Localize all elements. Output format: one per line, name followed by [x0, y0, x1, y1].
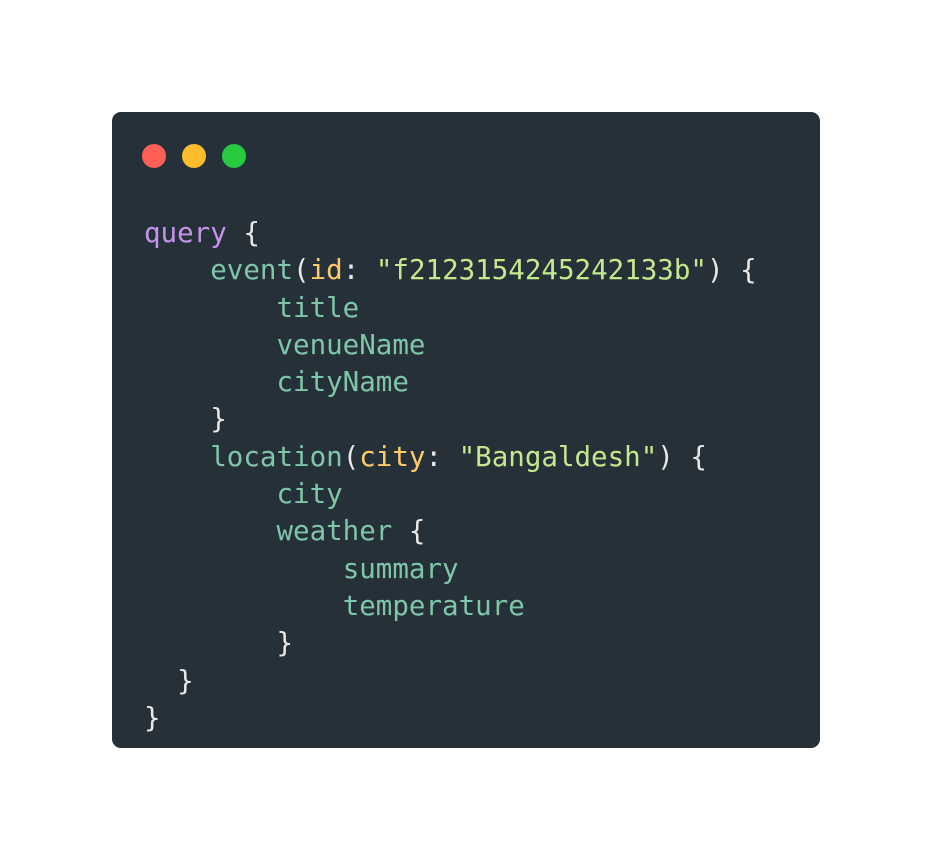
- punctuation: [144, 254, 210, 286]
- punctuation: }: [144, 627, 294, 660]
- field-name: location: [210, 440, 343, 473]
- field-name: cityName: [276, 366, 409, 399]
- punctuation: [144, 590, 343, 622]
- code-line: weather {: [144, 513, 757, 550]
- punctuation: [144, 329, 276, 361]
- punctuation: (: [342, 440, 360, 473]
- punctuation: [144, 292, 276, 324]
- field-name: city: [276, 478, 343, 511]
- close-button[interactable]: [142, 144, 166, 168]
- argument-name: city: [359, 440, 426, 473]
- code-line: event(id: "f2123154245242133b") {: [144, 252, 757, 289]
- keyword: query: [144, 217, 227, 249]
- code-line: }: [144, 625, 757, 662]
- punctuation: }: [144, 701, 161, 734]
- code-line: summary: [144, 551, 757, 588]
- field-name: weather: [276, 515, 393, 548]
- string-literal: "Bangaldesh": [458, 440, 658, 473]
- punctuation: :: [342, 254, 376, 287]
- code-line: venueName: [144, 327, 757, 364]
- minimize-button[interactable]: [182, 144, 206, 168]
- code-line: }: [144, 700, 757, 737]
- field-name: venueName: [276, 328, 426, 361]
- code-line: city: [144, 476, 757, 513]
- code-line: location(city: "Bangaldesh") {: [144, 439, 757, 476]
- punctuation: [144, 478, 276, 510]
- argument-name: id: [309, 254, 343, 287]
- field-name: title: [276, 291, 360, 324]
- field-name: summary: [342, 552, 459, 585]
- code-block: query { event(id: "f2123154245242133b") …: [144, 215, 757, 737]
- code-line: }: [144, 401, 757, 438]
- maximize-button[interactable]: [222, 144, 246, 168]
- field-name: event: [210, 254, 294, 287]
- punctuation: [144, 441, 210, 473]
- punctuation: [144, 366, 276, 398]
- punctuation: {: [226, 217, 260, 249]
- code-line: query {: [144, 215, 757, 252]
- punctuation: (: [293, 254, 310, 287]
- punctuation: ) {: [657, 440, 707, 473]
- code-window: query { event(id: "f2123154245242133b") …: [112, 112, 820, 748]
- punctuation: }: [144, 664, 194, 697]
- punctuation: :: [425, 440, 459, 473]
- punctuation: {: [392, 515, 426, 548]
- code-line: }: [144, 663, 757, 700]
- code-line: title: [144, 290, 757, 327]
- punctuation: ) {: [706, 254, 757, 287]
- punctuation: [144, 515, 276, 547]
- punctuation: [144, 553, 343, 585]
- code-line: temperature: [144, 588, 757, 625]
- punctuation: }: [144, 403, 227, 436]
- field-name: temperature: [342, 589, 525, 622]
- string-literal: "f2123154245242133b": [375, 254, 707, 287]
- code-line: cityName: [144, 364, 757, 401]
